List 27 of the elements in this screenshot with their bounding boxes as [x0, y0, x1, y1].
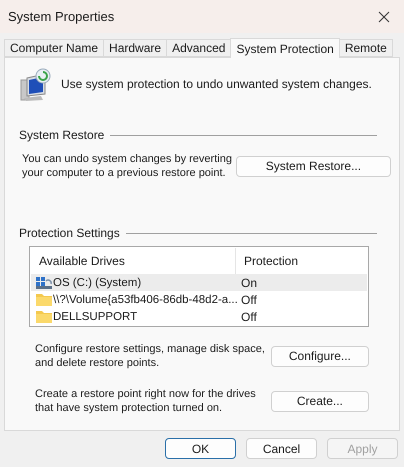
protection-status: Off [241, 292, 257, 306]
system-restore-button[interactable]: System Restore... [236, 156, 391, 176]
action-button[interactable]: Create... [270, 390, 369, 412]
group-heading: System Restore [19, 128, 104, 142]
dialog-button[interactable]: Cancel [246, 438, 317, 459]
drive-name: OS (C:) (System) [53, 276, 142, 288]
protection-status: On [241, 276, 258, 290]
tab[interactable]: Remote [338, 39, 393, 57]
description-text: Configure restore settings, manage disk space, and delete restore points. [35, 342, 266, 370]
description-text: You can undo system changes by reverting your computer to a previous restore point. [22, 152, 233, 180]
window-title: System Properties [8, 9, 114, 24]
tab[interactable]: Hardware [103, 39, 168, 57]
tab[interactable]: System Protection [230, 38, 340, 58]
drive-row[interactable]: DELLSUPPORT Off [31, 308, 367, 325]
intro-text: Use system protection to undo unwanted system changes. [61, 77, 372, 91]
drive-name: DELLSUPPORT [53, 310, 138, 322]
dialog-button[interactable]: OK [165, 438, 236, 459]
tab[interactable]: Advanced [166, 39, 232, 57]
drive-row[interactable]: OS (C:) (System) On [31, 274, 367, 291]
drive-row[interactable]: \\?\Volume{a53fb406-86db-48d2-a... Off [31, 291, 367, 308]
description-text: Create a restore point right now for the drives that have system protection turned on. [35, 387, 257, 415]
column-header[interactable]: Protection [236, 248, 367, 274]
protection-status: Off [241, 310, 257, 324]
tab[interactable]: Computer Name [4, 39, 104, 57]
group-heading: Protection Settings [19, 226, 120, 240]
action-button[interactable]: Configure... [270, 346, 369, 366]
drive-name: \\?\Volume{a53fb406-86db-48d2-a... [53, 294, 238, 306]
